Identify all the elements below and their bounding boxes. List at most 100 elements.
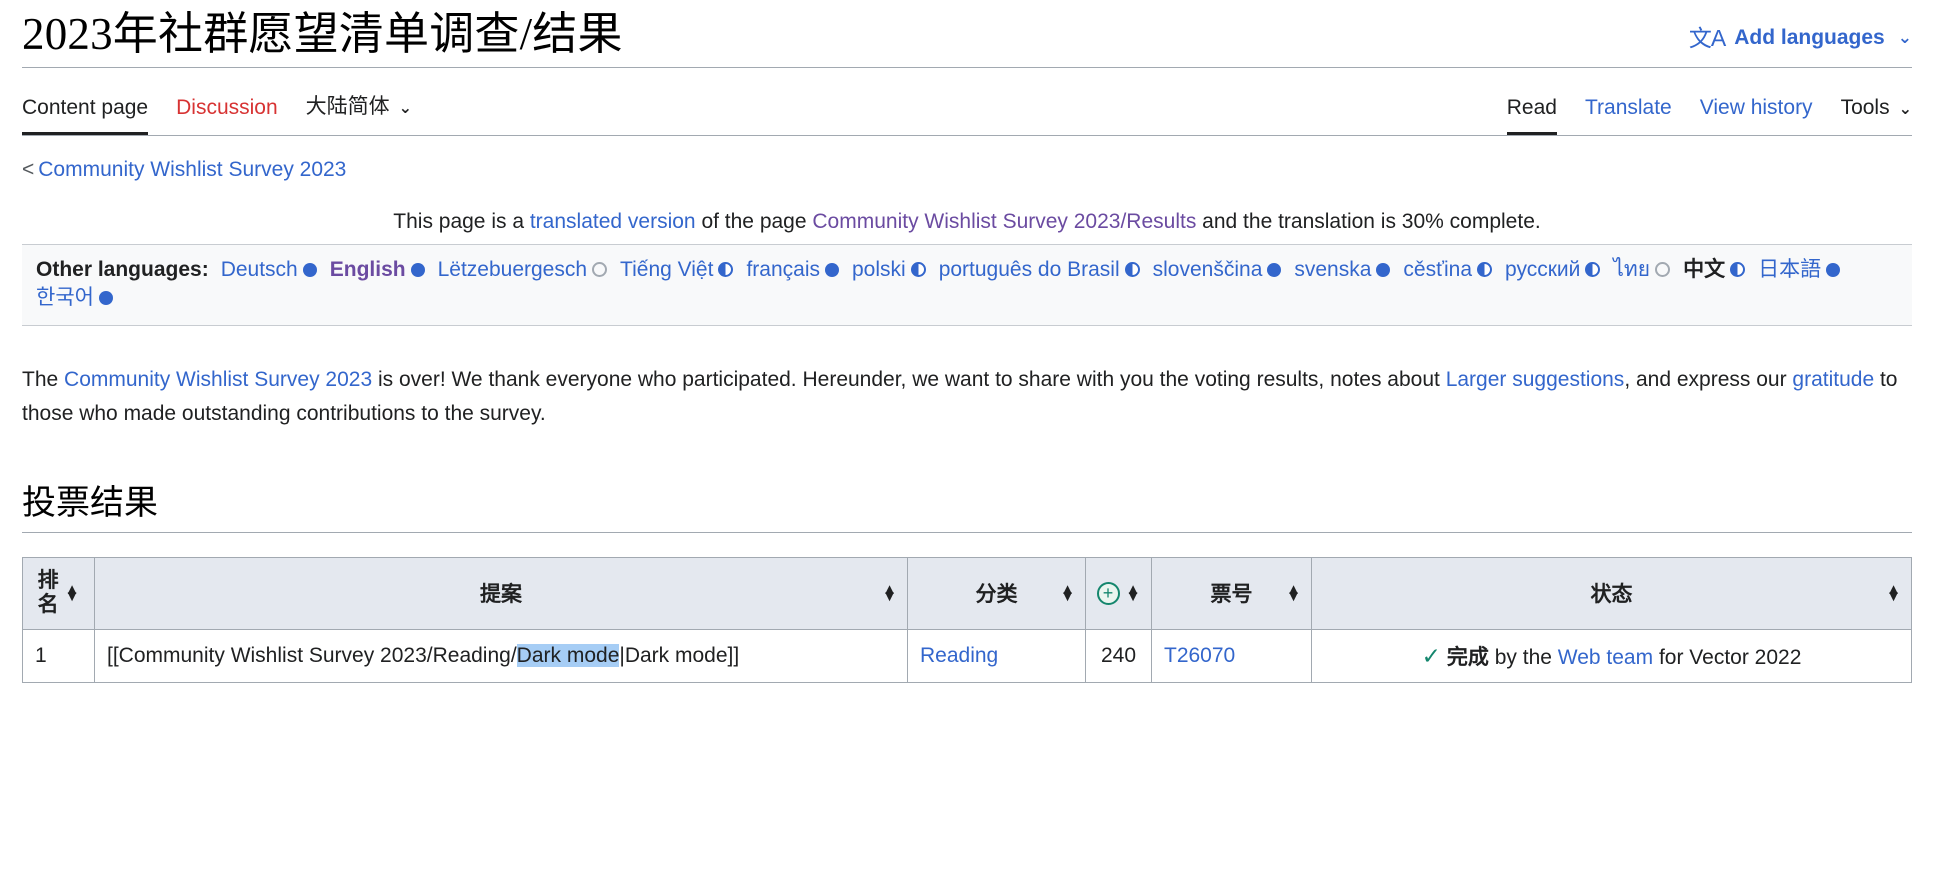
intro-link-survey[interactable]: Community Wishlist Survey 2023 [64, 368, 372, 391]
intro-text-3: , and express our [1624, 367, 1793, 391]
chevron-down-icon: ⌄ [1898, 101, 1912, 119]
intro-text-1: The [22, 367, 65, 391]
other-languages-box: Other languages: Deutsch English Lëtzebuerg… [22, 244, 1912, 326]
column-header-rank[interactable]: 排名 ▲ ▼ [22, 556, 95, 631]
cell-status: ✓ 完成 by the Web team for Vector 2022 [1311, 629, 1912, 684]
language-item: 한국어 [36, 286, 113, 309]
status-mid: by the [1488, 646, 1558, 670]
sort-arrows-icon[interactable]: ▲ ▼ [1286, 582, 1301, 604]
column-header-task[interactable]: 票号 ▲ ▼ [1151, 556, 1312, 631]
column-header-proposal-label: 提案 [480, 583, 522, 607]
column-header-votes-count[interactable]: + ▲ ▼ [1085, 556, 1152, 631]
column-header-status[interactable]: 状态 ▲ ▼ [1311, 556, 1912, 631]
intro-link-gratitude[interactable]: gratitude [1792, 368, 1874, 391]
translated-version-link[interactable]: translated version [530, 210, 696, 233]
page-header: 2023年社群愿望清单调查/结果 文A Add languages ⌄ [22, 0, 1912, 61]
language-link-0[interactable]: Deutsch [221, 258, 298, 281]
column-header-status-label: 状态 [1590, 583, 1633, 607]
translation-progress-half-icon [1477, 262, 1492, 278]
chevron-down-icon: ⌄ [398, 100, 413, 118]
breadcrumb-prefix: < [22, 158, 35, 182]
language-link-1[interactable]: English [330, 258, 406, 281]
tab-group-left: Content page Discussion 大陆简体 ⌄ [22, 90, 440, 136]
language-item: polski [852, 258, 926, 281]
language-link-9[interactable]: cěsťina [1403, 258, 1472, 281]
language-item: français [746, 258, 839, 281]
page-root: 2023年社群愿望清单调查/结果 文A Add languages ⌄ Cont… [0, 0, 1934, 684]
language-link-3[interactable]: Tiếng Việt [620, 258, 713, 281]
task-link[interactable]: T26070 [1164, 644, 1235, 667]
tab-discussion[interactable]: Discussion [176, 96, 278, 135]
language-item: 日本語 [1758, 258, 1841, 281]
column-header-proposal[interactable]: 提案 ▲ ▼ [94, 556, 908, 631]
plus-circle-icon: + [1096, 581, 1120, 605]
tab-read[interactable]: Read [1506, 96, 1557, 136]
results-table-head: 排名 ▲ ▼ 提案 ▲ ▼ 分类 ▲ ▼ + ▲ ▼ 票号 ▲ ▼ 状态 ▲ ▼ [22, 556, 1912, 631]
cell-task: T26070 [1151, 629, 1312, 684]
notice-text-1: This page is a [393, 210, 530, 234]
notice-text-2: of the page [695, 210, 813, 234]
sort-arrows-icon[interactable]: ▲ ▼ [882, 582, 897, 604]
sort-arrows-icon[interactable]: ▲ ▼ [65, 582, 80, 604]
language-link-12[interactable]: 中文 [1683, 258, 1725, 281]
language-link-4[interactable]: français [746, 258, 820, 281]
language-link-7[interactable]: slovenščina [1153, 258, 1263, 281]
breadcrumb-link[interactable]: Community Wishlist Survey 2023 [38, 158, 346, 181]
tab-bar: Content page Discussion 大陆简体 ⌄ Read Trans… [22, 68, 1912, 136]
language-item: ไทย [1613, 258, 1671, 281]
language-item: русский [1505, 258, 1601, 281]
language-link-6[interactable]: português do Brasil [939, 258, 1120, 281]
column-header-rank-label: 排名 [37, 568, 59, 617]
intro-paragraph: The Community Wishlist Survey 2023 is ov… [22, 347, 1912, 431]
proposal-text-suffix: |Dark mode]] [619, 644, 740, 668]
language-item: cěsťina [1403, 258, 1492, 281]
language-icon: 文A [1688, 24, 1726, 51]
language-link-8[interactable]: svenska [1294, 258, 1371, 281]
tab-translate[interactable]: Translate [1585, 96, 1672, 135]
tab-variant-selector[interactable]: 大陆简体 ⌄ [306, 90, 412, 135]
add-languages-label: Add languages [1734, 26, 1885, 49]
column-header-category[interactable]: 分类 ▲ ▼ [907, 556, 1086, 631]
status-label: 完成 [1446, 646, 1489, 670]
language-link-13[interactable]: 日本語 [1758, 258, 1821, 281]
cell-rank: 1 [22, 629, 95, 684]
sort-arrows-icon[interactable]: ▲ ▼ [1886, 582, 1901, 604]
proposal-text-selected: Dark mode [516, 644, 620, 668]
sort-arrows-icon[interactable]: ▲ ▼ [1126, 582, 1141, 604]
language-item: 中文 [1683, 258, 1746, 281]
other-languages-label: Other languages: [36, 258, 209, 282]
sort-arrows-icon[interactable]: ▲ ▼ [1060, 582, 1075, 604]
tab-tools[interactable]: Tools ⌄ [1841, 96, 1912, 135]
page-title: 2023年社群愿望清单调查/结果 [22, 9, 623, 59]
intro-link-larger-suggestions[interactable]: Larger suggestions [1446, 368, 1625, 391]
column-header-task-label: 票号 [1210, 583, 1253, 607]
language-link-2[interactable]: Lëtzebuergesch [438, 258, 587, 281]
translation-progress-full-icon [824, 263, 839, 278]
translation-progress-full-icon [1376, 263, 1391, 278]
tab-view-history[interactable]: View history [1700, 96, 1813, 135]
chevron-down-icon: ⌄ [1897, 28, 1912, 47]
other-languages-list: Deutsch English Lëtzebuergesch Tiếng Việt fr… [36, 258, 1853, 309]
status-team-link[interactable]: Web team [1558, 646, 1653, 669]
results-table-body: 1 [[Community Wishlist Survey 2023/Readi… [22, 629, 1912, 684]
language-link-11[interactable]: ไทย [1613, 258, 1650, 281]
tab-view-history-label: View history [1699, 96, 1813, 120]
language-link-5[interactable]: polski [852, 258, 906, 281]
language-item: Tiếng Việt [620, 258, 734, 281]
intro-text-2: is over! We thank everyone who participa… [372, 367, 1446, 391]
translation-progress-full-icon [1826, 263, 1841, 278]
tab-read-label: Read [1506, 96, 1557, 120]
language-item: svenska [1294, 258, 1391, 281]
language-link-10[interactable]: русский [1505, 258, 1580, 281]
breadcrumb: < Community Wishlist Survey 2023 [22, 136, 1912, 182]
translation-progress-empty-icon [1655, 262, 1671, 278]
section-heading-voting-results: 投票结果 [22, 484, 158, 522]
category-link[interactable]: Reading [920, 644, 998, 667]
translation-notice: This page is a translated version of the… [22, 182, 1912, 244]
language-link-14[interactable]: 한국어 [36, 286, 94, 309]
tab-content-page[interactable]: Content page [22, 96, 149, 136]
add-languages-button[interactable]: 文A Add languages ⌄ [1689, 8, 1912, 50]
translation-progress-half-icon [718, 262, 734, 278]
source-page-link[interactable]: Community Wishlist Survey 2023/Results [812, 210, 1196, 233]
language-item: English [330, 258, 425, 281]
